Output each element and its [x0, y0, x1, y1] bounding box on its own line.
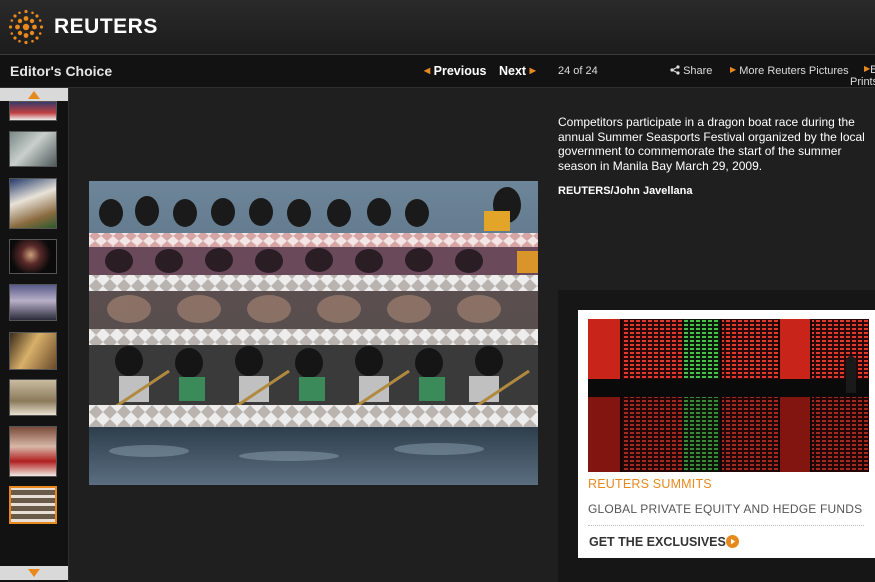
thumbnail-2[interactable]	[9, 131, 57, 167]
prints-link[interactable]: ▶B Prints	[850, 63, 875, 88]
thumbnail-4[interactable]	[9, 239, 57, 274]
circle-play-icon[interactable]	[726, 535, 739, 548]
thumbnail-strip	[0, 88, 69, 582]
photo-credit: REUTERS/John Javellana	[558, 185, 693, 197]
main-photo[interactable]	[89, 181, 538, 485]
site-header: REUTERS	[0, 0, 875, 55]
thumbnail-5[interactable]	[9, 284, 57, 321]
ad-kicker[interactable]: REUTERS SUMMITS	[588, 477, 712, 491]
thumbnail-8[interactable]	[9, 426, 57, 477]
share-icon	[670, 65, 680, 75]
share-button[interactable]: Share	[670, 65, 712, 77]
get-exclusives-link[interactable]: GET THE EXCLUSIVES	[589, 535, 726, 549]
thumbnail-9-active[interactable]	[9, 486, 57, 524]
next-button[interactable]: Next ▶	[499, 64, 536, 78]
stock-ticker-board-image	[588, 319, 869, 472]
ad-trading-board-image[interactable]	[588, 319, 869, 472]
triangle-up-icon	[28, 90, 40, 99]
thumbnail-3[interactable]	[9, 178, 57, 229]
triangle-right-icon: ▶	[529, 66, 536, 75]
next-label: Next	[499, 64, 527, 78]
previous-label: Previous	[433, 64, 487, 78]
brand-name[interactable]: REUTERS	[54, 15, 158, 39]
reuters-dot-sphere-icon[interactable]	[8, 9, 44, 45]
photo-counter: 24 of 24	[558, 65, 598, 77]
thumbnail-7[interactable]	[9, 379, 57, 416]
gallery-navbar: Editor's Choice ◀ Previous Next ▶ 24 of …	[0, 55, 875, 88]
dragon-boat-race-image	[89, 181, 538, 485]
prints-label: Prints	[850, 76, 875, 88]
thumbnail-1[interactable]	[9, 101, 57, 121]
photo-caption: Competitors participate in a dragon boat…	[558, 115, 865, 173]
previous-button[interactable]: ◀ Previous	[424, 64, 486, 78]
triangle-left-icon: ◀	[424, 66, 431, 75]
share-label: Share	[683, 65, 713, 77]
more-pictures-link[interactable]: ▶ More Reuters Pictures	[730, 65, 849, 77]
thumbnail-6[interactable]	[9, 332, 57, 370]
ad-headline[interactable]: GLOBAL PRIVATE EQUITY AND HEDGE FUNDS	[588, 502, 862, 516]
scroll-up-button[interactable]	[0, 88, 68, 101]
triangle-right-icon: ▶	[730, 65, 737, 74]
section-title: Editor's Choice	[10, 63, 113, 79]
ad-divider	[588, 525, 864, 526]
triangle-down-icon	[28, 569, 40, 577]
scroll-down-button[interactable]	[0, 566, 68, 580]
more-pictures-label: More Reuters Pictures	[739, 65, 849, 77]
